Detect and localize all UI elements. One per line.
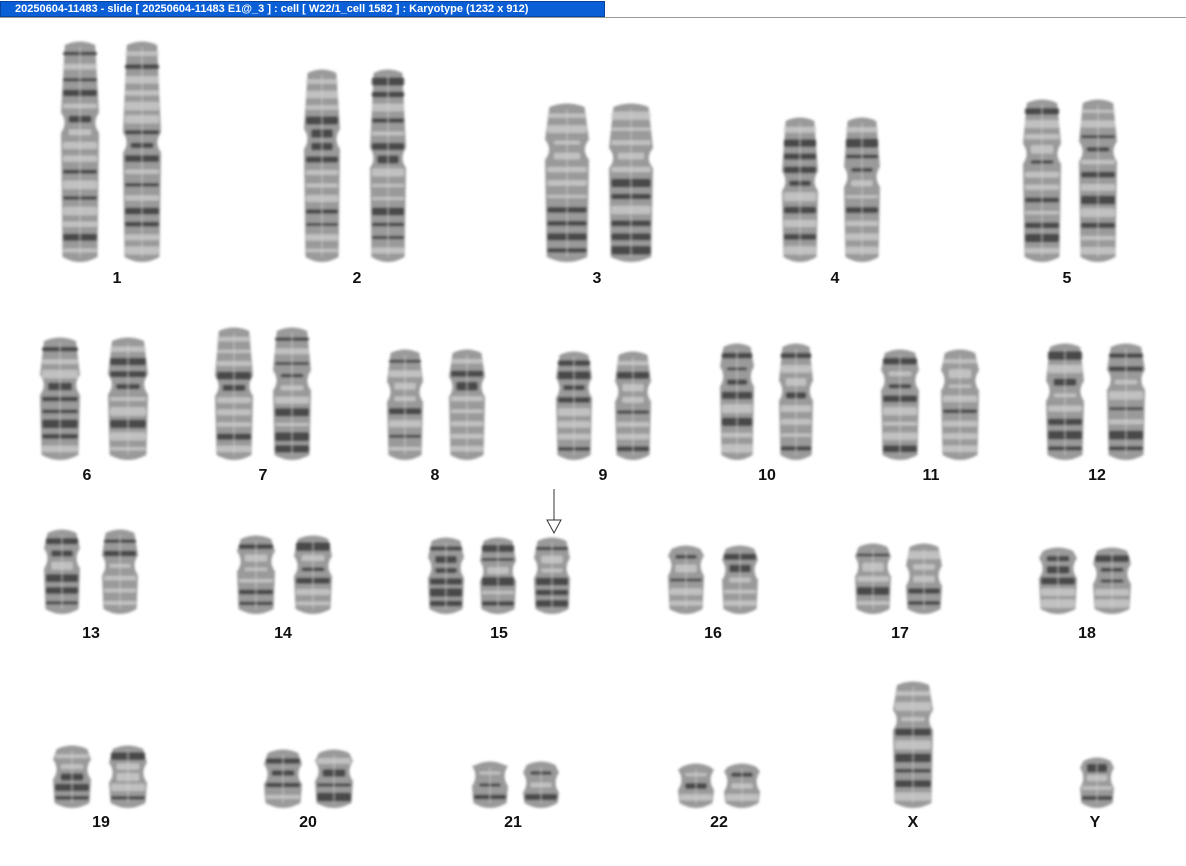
chromosome-19-2[interactable] bbox=[109, 745, 147, 809]
chromosome-18-2[interactable] bbox=[1093, 547, 1131, 615]
chromosome-6-1[interactable] bbox=[40, 337, 80, 461]
window-title[interactable]: 20250604-11483 - slide [ 20250604-11483 … bbox=[0, 1, 605, 17]
chromosome-22-2[interactable] bbox=[724, 763, 760, 809]
chromosome-8-1[interactable] bbox=[387, 349, 423, 461]
chromosome-3-2[interactable] bbox=[609, 103, 653, 263]
chromosome-label-y: Y bbox=[1090, 814, 1101, 831]
chromosome-label-6: 6 bbox=[83, 467, 92, 484]
chromosome-4-1[interactable] bbox=[782, 117, 818, 263]
chromosome-13-1[interactable] bbox=[44, 529, 80, 615]
chromosome-3-1[interactable] bbox=[545, 103, 589, 263]
chromosome-11-2[interactable] bbox=[941, 349, 979, 461]
chromosome-x-1[interactable] bbox=[893, 681, 933, 809]
chromosome-7-1[interactable] bbox=[215, 327, 253, 461]
chromosome-label-14: 14 bbox=[274, 625, 292, 642]
chromosome-17-2[interactable] bbox=[906, 543, 942, 615]
chromosome-19-1[interactable] bbox=[53, 745, 91, 809]
chromosome-9-2[interactable] bbox=[615, 351, 651, 461]
chromosome-label-12: 12 bbox=[1088, 467, 1106, 484]
chromosome-label-7: 7 bbox=[259, 467, 268, 484]
chromosome-label-16: 16 bbox=[704, 625, 722, 642]
chromosome-17-1[interactable] bbox=[855, 543, 891, 615]
chromosome-6-2[interactable] bbox=[108, 337, 148, 461]
chromosome-label-17: 17 bbox=[891, 625, 909, 642]
chromosome-12-1[interactable] bbox=[1046, 343, 1084, 461]
chromosome-label-x: X bbox=[908, 814, 919, 831]
chromosome-5-2[interactable] bbox=[1079, 99, 1117, 263]
chromosome-label-5: 5 bbox=[1063, 270, 1072, 287]
chromosome-21-1[interactable] bbox=[472, 761, 508, 809]
chromosome-15-1[interactable] bbox=[428, 537, 464, 615]
chromosome-label-20: 20 bbox=[299, 814, 317, 831]
chromosome-label-13: 13 bbox=[82, 625, 100, 642]
chromosome-label-22: 22 bbox=[710, 814, 728, 831]
chromosome-14-2[interactable] bbox=[294, 535, 332, 615]
chromosome-15-2[interactable] bbox=[480, 537, 516, 615]
chromosome-16-1[interactable] bbox=[668, 545, 704, 615]
chromosome-4-2[interactable] bbox=[844, 117, 880, 263]
chromosome-22-1[interactable] bbox=[678, 763, 714, 809]
chromosome-10-1[interactable] bbox=[720, 343, 754, 461]
down-arrow-icon[interactable] bbox=[546, 489, 562, 535]
chromosome-15-3[interactable] bbox=[534, 537, 570, 615]
chromosome-1-1[interactable] bbox=[61, 41, 99, 263]
chromosome-1-2[interactable] bbox=[123, 41, 161, 263]
chromosome-label-9: 9 bbox=[599, 467, 608, 484]
chromosome-11-1[interactable] bbox=[881, 349, 919, 461]
chromosome-label-2: 2 bbox=[353, 270, 362, 287]
chromosome-label-10: 10 bbox=[758, 467, 776, 484]
chromosome-label-15: 15 bbox=[490, 625, 508, 642]
chromosome-label-3: 3 bbox=[593, 270, 602, 287]
chromosome-12-2[interactable] bbox=[1107, 343, 1145, 461]
chromosome-21-2[interactable] bbox=[523, 761, 559, 809]
chromosome-16-2[interactable] bbox=[722, 545, 758, 615]
chromosome-label-11: 11 bbox=[923, 467, 940, 484]
window-titlebar: 20250604-11483 - slide [ 20250604-11483 … bbox=[0, 0, 1186, 18]
chromosome-label-8: 8 bbox=[431, 467, 440, 484]
chromosome-2-2[interactable] bbox=[370, 69, 406, 263]
chromosome-7-2[interactable] bbox=[273, 327, 311, 461]
chromosome-10-2[interactable] bbox=[779, 343, 813, 461]
chromosome-2-1[interactable] bbox=[304, 69, 340, 263]
chromosome-9-1[interactable] bbox=[556, 351, 592, 461]
chromosome-label-21: 21 bbox=[504, 814, 522, 831]
chromosome-20-1[interactable] bbox=[264, 749, 302, 809]
chromosome-label-4: 4 bbox=[831, 270, 840, 287]
chromosome-18-1[interactable] bbox=[1039, 547, 1077, 615]
chromosome-8-2[interactable] bbox=[449, 349, 485, 461]
chromosome-5-1[interactable] bbox=[1023, 99, 1061, 263]
chromosome-label-18: 18 bbox=[1078, 625, 1096, 642]
chromosome-label-1: 1 bbox=[113, 270, 122, 287]
chromosome-label-19: 19 bbox=[92, 814, 110, 831]
chromosome-13-2[interactable] bbox=[102, 529, 138, 615]
karyogram: 1 2 3 4 56 7 8 9 10 11 1213 14 15 16 17 1819 20 21 22 X Y bbox=[40, 41, 1145, 831]
chromosome-14-1[interactable] bbox=[237, 535, 275, 615]
chromosome-y-1[interactable] bbox=[1080, 757, 1114, 809]
chromosome-20-2[interactable] bbox=[315, 749, 353, 809]
